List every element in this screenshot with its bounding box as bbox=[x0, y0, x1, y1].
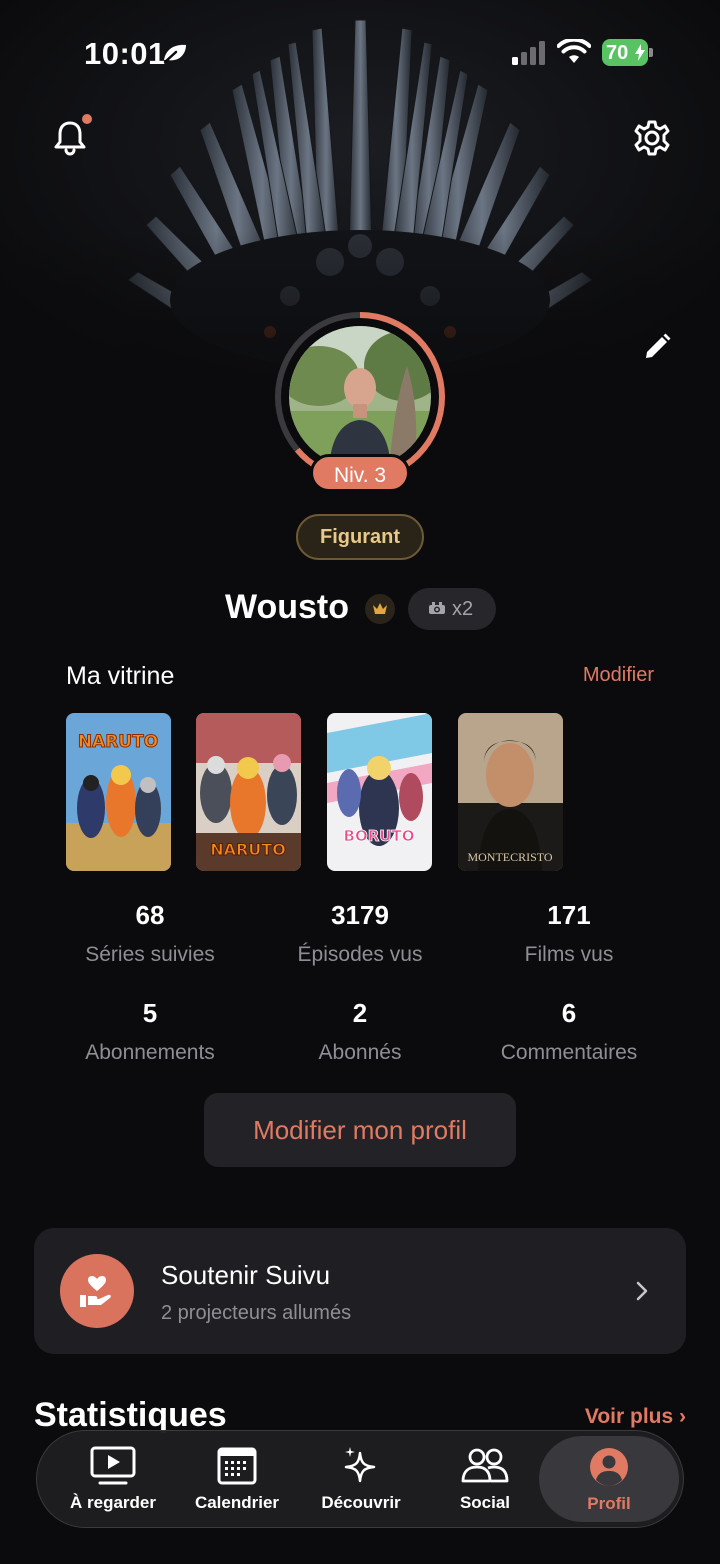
tab-label: Découvrir bbox=[321, 1493, 401, 1512]
people-icon bbox=[461, 1448, 509, 1483]
stat-value: 2 bbox=[352, 998, 368, 1028]
poster-art-monte-cristo: MONTECRISTO bbox=[458, 713, 563, 871]
tab-label: Profil bbox=[587, 1494, 631, 1513]
stat-value: 5 bbox=[142, 998, 158, 1028]
support-card[interactable]: Soutenir Suivu 2 projecteurs allumés bbox=[34, 1228, 686, 1354]
tab-bar: À regarder Calendrier Découvrir Social P… bbox=[36, 1430, 684, 1528]
chevron-right-icon bbox=[636, 1281, 648, 1301]
stat-episodes-watched[interactable]: 3179 Épisodes vus bbox=[255, 900, 465, 967]
profile-screen: 10:01 70 Niv. 3 Figurant Wousto x2 Ma vi… bbox=[0, 0, 720, 1564]
pencil-icon[interactable] bbox=[642, 332, 672, 362]
poster-naruto[interactable]: NARUTO bbox=[66, 713, 171, 871]
support-icon-circle bbox=[60, 1254, 134, 1328]
poster-boruto[interactable]: BORUTO bbox=[327, 713, 432, 871]
stat-value: 3179 bbox=[331, 900, 389, 930]
stat-label: Films vus bbox=[524, 943, 614, 966]
avatar[interactable] bbox=[289, 326, 431, 468]
tab-decouvrir[interactable]: Découvrir bbox=[299, 1431, 423, 1527]
projector-multiplier-badge[interactable]: x2 bbox=[408, 588, 496, 630]
status-bar: 10:01 70 bbox=[0, 0, 720, 100]
stat-movies-watched[interactable]: 171 Films vus bbox=[464, 900, 674, 967]
avatar-ring-gap bbox=[281, 318, 439, 476]
calendar-icon bbox=[217, 1447, 257, 1485]
stat-value: 6 bbox=[561, 998, 577, 1028]
edit-profile-button[interactable]: Modifier mon profil bbox=[204, 1093, 516, 1167]
poster-title-naruto-shippuden: NARUTO bbox=[210, 840, 286, 859]
poster-art-naruto: NARUTO bbox=[66, 713, 171, 871]
tab-label: Calendrier bbox=[194, 1493, 280, 1512]
battery-indicator: 70 bbox=[602, 39, 654, 66]
tab-profil[interactable]: Profil bbox=[539, 1436, 679, 1522]
leaf-icon bbox=[163, 44, 186, 64]
stat-label: Épisodes vus bbox=[297, 943, 423, 966]
avatar-photo bbox=[289, 326, 431, 468]
gear-icon[interactable] bbox=[632, 118, 672, 158]
status-time: 10:01 bbox=[84, 36, 166, 71]
hand-heart-icon bbox=[80, 1276, 111, 1307]
projector-icon bbox=[429, 602, 445, 614]
stat-label: Abonnements bbox=[85, 1041, 215, 1064]
notification-dot bbox=[82, 114, 92, 124]
stat-followers[interactable]: 2 Abonnés bbox=[255, 998, 465, 1065]
stat-comments[interactable]: 6 Commentaires bbox=[464, 998, 674, 1065]
stat-label: Abonnés bbox=[318, 1041, 402, 1064]
tab-label: Social bbox=[459, 1493, 511, 1512]
sparkles-icon bbox=[344, 1447, 376, 1483]
multiplier-text: x2 bbox=[452, 598, 474, 620]
stat-value: 68 bbox=[135, 900, 165, 930]
crown-badge[interactable] bbox=[365, 594, 395, 624]
stat-label: Séries suivies bbox=[85, 943, 215, 966]
signal-icon bbox=[512, 41, 545, 65]
wifi-icon bbox=[557, 39, 591, 63]
poster-title-monte-cristo: MONTECRISTO bbox=[467, 850, 552, 864]
tab-label: À regarder bbox=[70, 1493, 156, 1512]
tab-calendrier[interactable]: Calendrier bbox=[175, 1431, 299, 1527]
poster-naruto-shippuden[interactable]: NARUTO bbox=[196, 713, 301, 871]
stat-following[interactable]: 5 Abonnements bbox=[45, 998, 255, 1065]
profile-icon bbox=[590, 1448, 628, 1486]
poster-monte-cristo[interactable]: MONTECRISTO bbox=[458, 713, 563, 871]
username: Wousto bbox=[225, 588, 350, 626]
stat-label: Commentaires bbox=[500, 1041, 638, 1064]
play-screen-icon bbox=[90, 1446, 136, 1485]
stat-value: 171 bbox=[547, 900, 591, 930]
vitrine-title: Ma vitrine bbox=[66, 662, 175, 690]
vitrine-edit-link[interactable]: Modifier bbox=[583, 664, 654, 687]
poster-art-boruto: BORUTO bbox=[327, 713, 432, 871]
tab-social[interactable]: Social bbox=[423, 1431, 547, 1527]
stat-series-followed[interactable]: 68 Séries suivies bbox=[45, 900, 255, 967]
battery-cap bbox=[649, 48, 653, 57]
poster-art-naruto-shippuden: NARUTO bbox=[196, 713, 301, 871]
poster-title-naruto: NARUTO bbox=[78, 732, 158, 752]
crown-icon bbox=[373, 603, 387, 614]
support-subtitle: 2 projecteurs allumés bbox=[161, 1302, 352, 1324]
charging-bolt-icon bbox=[635, 44, 645, 61]
battery-level: 70 bbox=[606, 42, 629, 64]
rank-badge[interactable]: Figurant bbox=[296, 514, 424, 560]
bell-icon[interactable] bbox=[50, 118, 90, 158]
support-title: Soutenir Suivu bbox=[161, 1260, 331, 1290]
poster-title-boruto: BORUTO bbox=[344, 827, 415, 845]
statistics-see-more-link[interactable]: Voir plus › bbox=[585, 1405, 686, 1429]
level-badge: Niv. 3 bbox=[310, 454, 410, 492]
tab-a-regarder[interactable]: À regarder bbox=[51, 1431, 175, 1527]
